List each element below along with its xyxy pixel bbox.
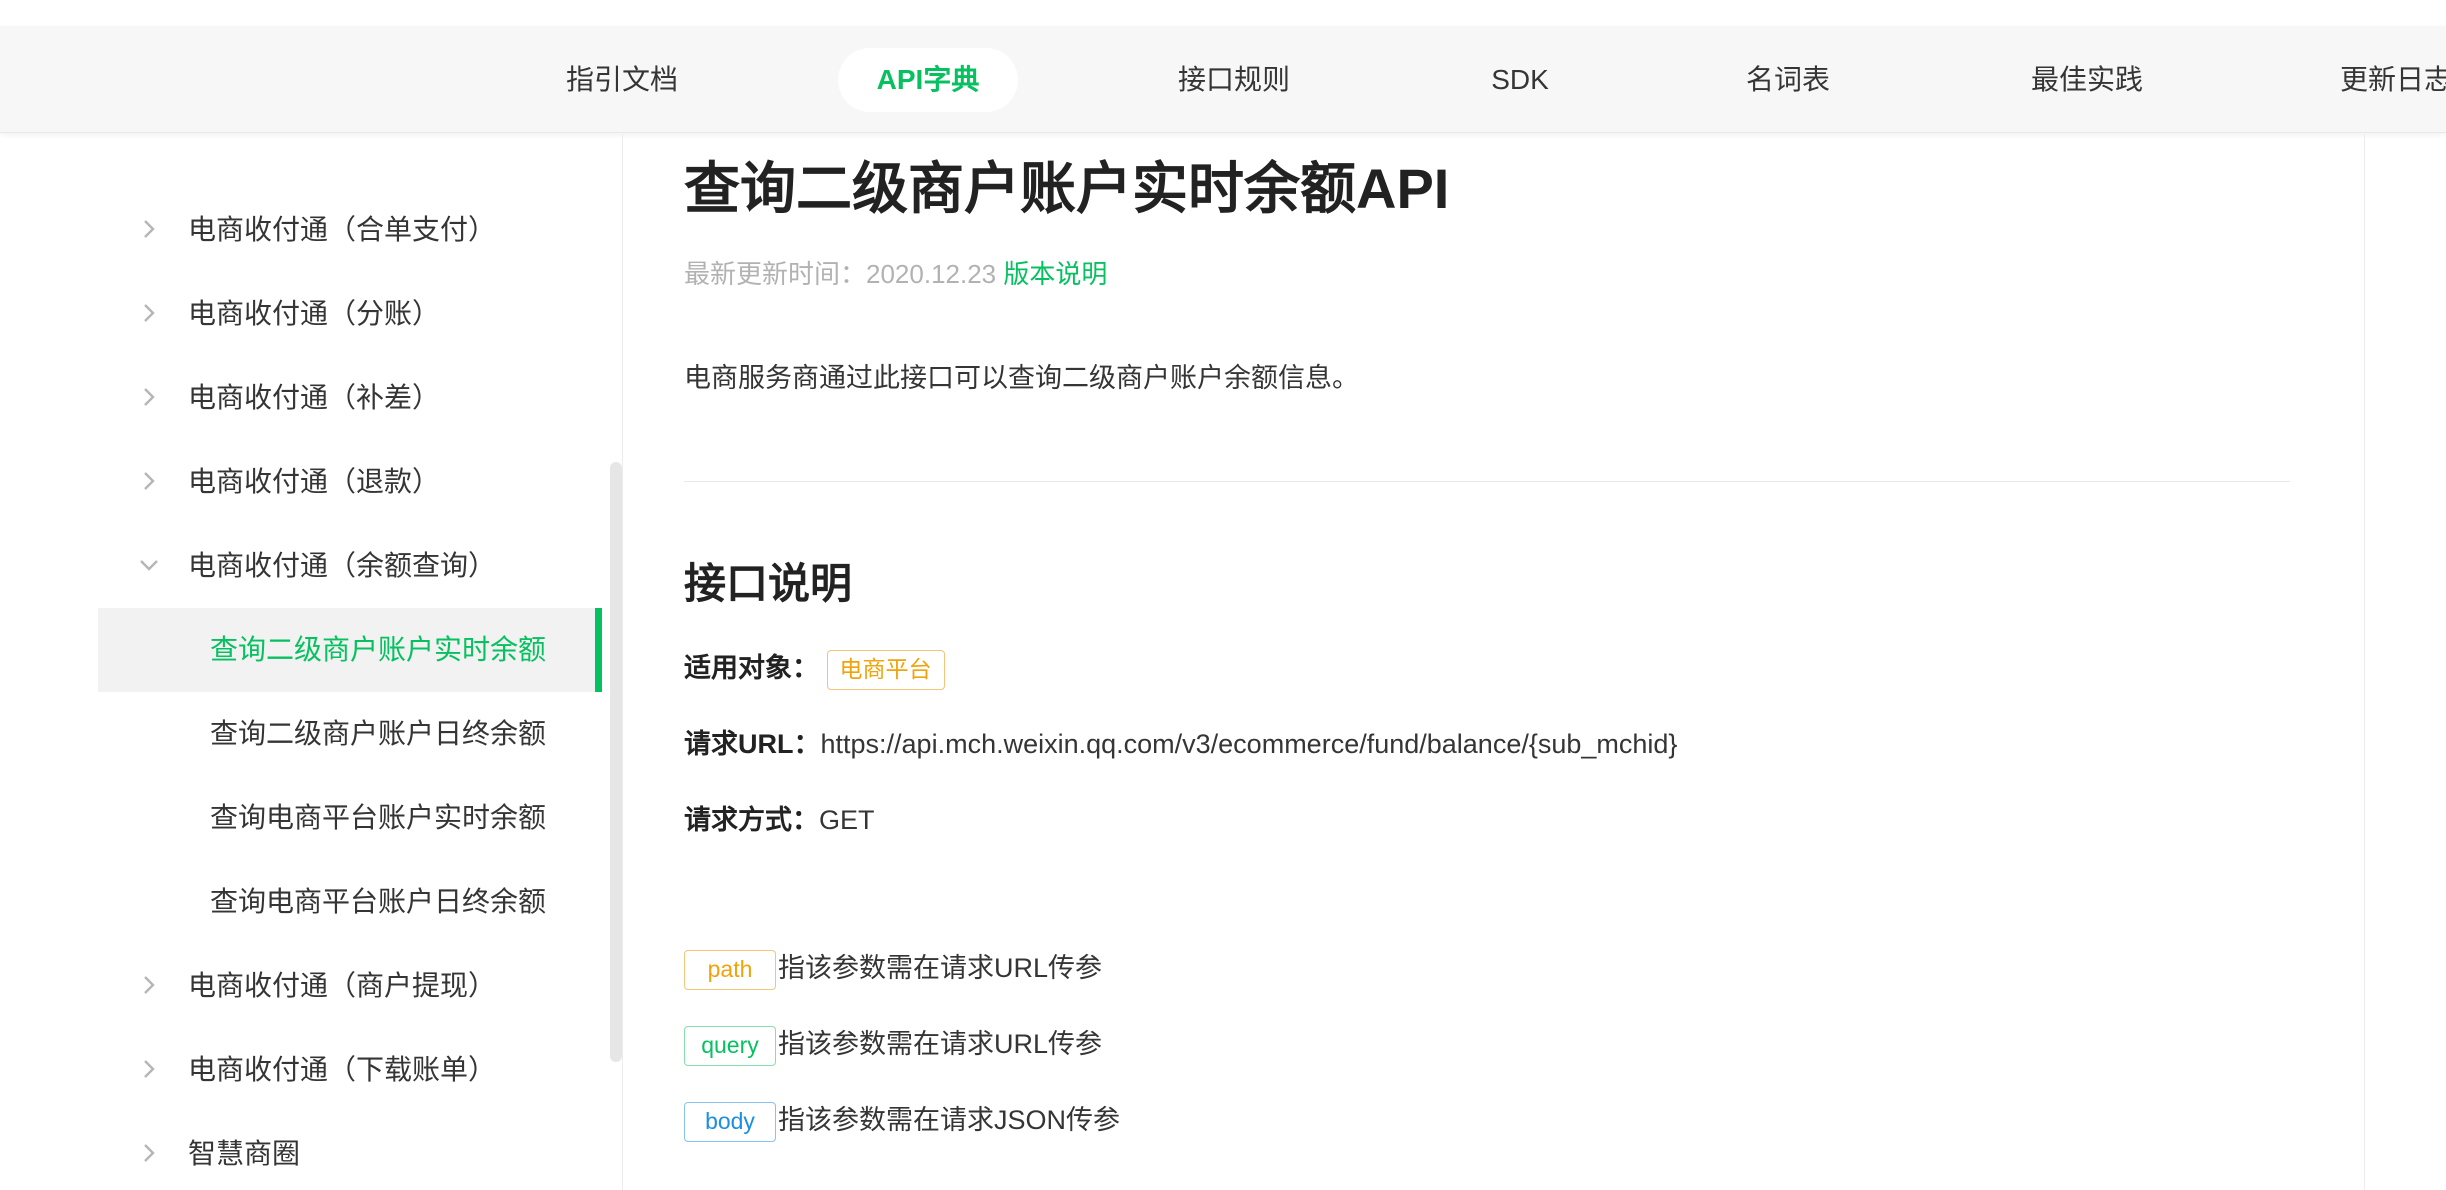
sidebar-scrollbar[interactable] xyxy=(610,462,622,1062)
request-method-row: 请求方式：GET xyxy=(684,798,875,842)
sidebar-item-label: 电商收付通（退款） xyxy=(188,466,441,497)
nav-tab-changelog[interactable]: 更新日志 xyxy=(2340,48,2446,112)
right-divider xyxy=(2364,134,2365,1190)
request-url-row: 请求URL：https://api.mch.weixin.qq.com/v3/e… xyxy=(684,722,1677,766)
legend-query: query 指该参数需在请求URL传参 xyxy=(684,1022,1102,1066)
sidebar-subitem-platform-eod-balance[interactable]: 查询电商平台账户日终余额 xyxy=(98,860,602,944)
request-url-value: https://api.mch.weixin.qq.com/v3/ecommer… xyxy=(820,729,1678,759)
applies-to-row: 适用对象： 电商平台 xyxy=(684,646,945,690)
sidebar-item-label: 电商收付通（下载账单） xyxy=(188,1054,497,1085)
request-method-value: GET xyxy=(819,805,875,835)
chevron-right-icon xyxy=(144,304,155,322)
sidebar-item-label: 查询电商平台账户实时余额 xyxy=(210,802,547,833)
request-method-label: 请求方式： xyxy=(684,805,819,835)
nav-tab-best-practices[interactable]: 最佳实践 xyxy=(2024,48,2150,112)
nav-tab-sdk[interactable]: SDK xyxy=(1480,48,1560,112)
chevron-right-icon xyxy=(144,1144,155,1162)
chevron-right-icon xyxy=(144,1060,155,1078)
page-title: 查询二级商户账户实时余额API xyxy=(684,157,1450,220)
update-info: 最新更新时间：2020.12.23 版本说明 xyxy=(684,254,1107,291)
legend-text: 指该参数需在请求URL传参 xyxy=(778,953,1103,983)
sidebar-divider xyxy=(622,134,623,1190)
chevron-right-icon xyxy=(144,220,155,238)
sidebar-item-label: 查询电商平台账户日终余额 xyxy=(210,886,547,917)
nav-tab-api-rules[interactable]: 接口规则 xyxy=(1170,48,1298,112)
update-time: 最新更新时间：2020.12.23 xyxy=(684,259,997,289)
section-title: 接口说明 xyxy=(684,560,853,607)
chevron-right-icon xyxy=(144,388,155,406)
nav-tab-guide[interactable]: 指引文档 xyxy=(560,48,684,112)
divider xyxy=(684,481,2290,482)
sidebar-item-label: 电商收付通（合单支付） xyxy=(188,214,497,245)
applies-to-label: 适用对象： xyxy=(684,653,819,683)
sidebar-subitem-sub-merchant-eod-balance[interactable]: 查询二级商户账户日终余额 xyxy=(98,692,602,776)
sidebar-item-download-bill[interactable]: 电商收付通（下载账单） xyxy=(98,1028,602,1112)
sidebar-subitem-platform-realtime-balance[interactable]: 查询电商平台账户实时余额 xyxy=(98,776,602,860)
chevron-down-icon xyxy=(140,560,158,571)
query-tag: query xyxy=(684,1025,776,1066)
sidebar-item-profit-sharing[interactable]: 电商收付通（分账） xyxy=(98,272,602,356)
sidebar-subitem-sub-merchant-realtime-balance[interactable]: 查询二级商户账户实时余额 xyxy=(98,608,602,692)
chevron-right-icon xyxy=(144,472,155,490)
nav-tab-glossary[interactable]: 名词表 xyxy=(1740,48,1836,112)
sidebar-item-label: 智慧商圈 xyxy=(188,1138,301,1169)
sidebar-item-refund[interactable]: 电商收付通（退款） xyxy=(98,440,602,524)
main-content: 查询二级商户账户实时余额API 最新更新时间：2020.12.23 版本说明 电… xyxy=(684,134,2290,1190)
legend-path: path 指该参数需在请求URL传参 xyxy=(684,946,1102,990)
path-tag: path xyxy=(684,949,776,990)
sidebar-item-label: 电商收付通（商户提现） xyxy=(188,970,497,1001)
sidebar-item-label: 电商收付通（补差） xyxy=(188,382,441,413)
legend-text: 指该参数需在请求JSON传参 xyxy=(778,1105,1121,1135)
sidebar-item-label: 查询二级商户账户日终余额 xyxy=(210,718,547,749)
sidebar-item-smart-business-district[interactable]: 智慧商圈 xyxy=(98,1112,602,1190)
chevron-right-icon xyxy=(144,976,155,994)
applies-to-tag: 电商平台 xyxy=(826,649,945,690)
version-notes-link[interactable]: 版本说明 xyxy=(1003,259,1107,289)
sidebar-item-label: 查询二级商户账户实时余额 xyxy=(210,634,547,665)
legend-body: body 指该参数需在请求JSON传参 xyxy=(684,1098,1120,1142)
nav-tab-api-dictionary[interactable]: API字典 xyxy=(838,48,1018,112)
body-tag: body xyxy=(684,1101,776,1142)
legend-text: 指该参数需在请求URL传参 xyxy=(778,1029,1103,1059)
request-url-label: 请求URL： xyxy=(684,729,821,759)
active-indicator xyxy=(595,608,602,692)
sidebar-item-label: 电商收付通（余额查询） xyxy=(188,550,497,581)
sidebar-item-subsidy[interactable]: 电商收付通（补差） xyxy=(98,356,602,440)
sidebar-item-label: 电商收付通（分账） xyxy=(188,298,441,329)
top-navigation: 指引文档 API字典 接口规则 SDK 名词表 最佳实践 更新日志 xyxy=(0,26,2446,133)
api-description: 电商服务商通过此接口可以查询二级商户账户余额信息。 xyxy=(684,363,1359,393)
sidebar-item-balance-query[interactable]: 电商收付通（余额查询） xyxy=(98,524,602,608)
sidebar: 电商收付通（合单支付） 电商收付通（分账） 电商收付通（补差） 电商收付通（退款… xyxy=(0,134,622,1190)
sidebar-item-withdrawal[interactable]: 电商收付通（商户提现） xyxy=(98,944,602,1028)
sidebar-item-combined-payment[interactable]: 电商收付通（合单支付） xyxy=(98,188,602,272)
